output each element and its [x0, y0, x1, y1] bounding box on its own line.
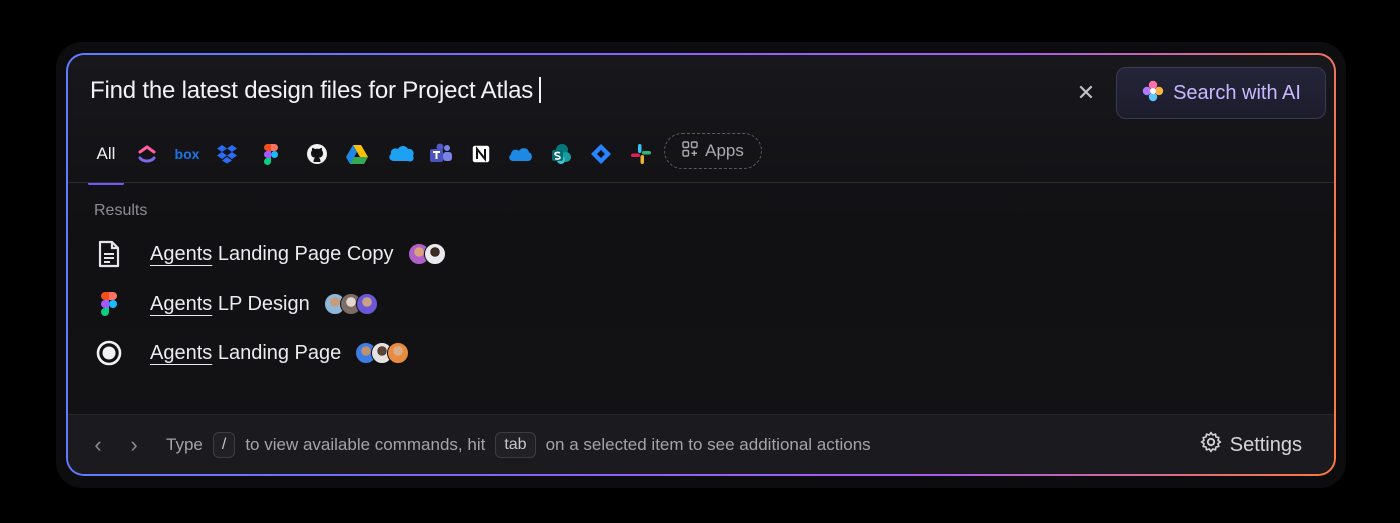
collaborator-avatars: [323, 293, 378, 315]
search-with-ai-button[interactable]: Search with AI: [1116, 67, 1326, 119]
jira-icon[interactable]: [588, 141, 614, 167]
result-title-rest: Landing Page: [212, 341, 342, 364]
result-title: Agents Landing Page: [150, 342, 341, 365]
search-query-text: Find the latest design files for Project…: [90, 77, 534, 104]
onedrive-icon[interactable]: [506, 141, 534, 167]
apps-filter-label: Apps: [705, 141, 744, 160]
result-item[interactable]: Agents LP Design: [94, 288, 694, 320]
sharepoint-icon[interactable]: [548, 141, 574, 167]
result-title-highlight: Agents: [150, 242, 213, 265]
search-launcher: Find the latest design files for Project…: [66, 53, 1336, 476]
search-input[interactable]: Find the latest design files for Project…: [90, 77, 542, 105]
command-footer: ‹ › Type / to view available commands, h…: [68, 414, 1334, 474]
chevron-right-icon[interactable]: ›: [124, 432, 144, 458]
figma-icon: [94, 289, 124, 319]
hint-end-text: on a selected item to see additional act…: [545, 434, 871, 454]
dropbox-icon[interactable]: [214, 141, 240, 167]
avatar: [387, 342, 410, 364]
hint-type-text: Type: [166, 434, 203, 454]
clickup-icon[interactable]: [134, 141, 160, 167]
record-icon: [94, 338, 124, 368]
hint-middle-text: to view available commands, hit: [245, 434, 486, 454]
result-title-highlight: Agents: [150, 341, 213, 364]
filters-divider: [68, 182, 1334, 183]
figma-icon[interactable]: [258, 141, 284, 167]
ai-sparkle-icon: [1141, 79, 1165, 108]
github-icon[interactable]: [304, 141, 330, 167]
clear-search-button[interactable]: ✕: [1072, 79, 1100, 107]
box-icon[interactable]: box: [172, 141, 202, 167]
results-heading: Results: [94, 202, 148, 219]
google-drive-icon[interactable]: [344, 141, 370, 167]
notion-icon[interactable]: [468, 141, 494, 167]
apps-filter-button[interactable]: Apps: [664, 133, 762, 169]
source-filters: All box Apps: [88, 129, 788, 185]
search-with-ai-label: Search with AI: [1173, 81, 1301, 104]
slack-icon[interactable]: [628, 141, 654, 167]
microsoft-teams-icon[interactable]: [428, 141, 454, 167]
collaborator-avatars: [355, 342, 410, 364]
tab-key-hint: tab: [495, 431, 536, 458]
result-title-highlight: Agents: [150, 292, 213, 315]
chevron-left-icon[interactable]: ‹: [88, 432, 108, 458]
salesforce-icon[interactable]: [386, 141, 416, 167]
avatar: [423, 243, 446, 265]
settings-button[interactable]: Settings: [1200, 415, 1302, 474]
settings-label: Settings: [1229, 433, 1302, 456]
slash-key-hint: /: [212, 431, 236, 458]
launcher-panel: Find the latest design files for Project…: [68, 55, 1334, 474]
result-title-rest: LP Design: [212, 292, 310, 315]
result-item[interactable]: Agents Landing Page Copy: [94, 238, 694, 270]
result-title-rest: Landing Page Copy: [212, 242, 394, 265]
avatar: [355, 293, 378, 315]
apps-grid-icon: [682, 140, 698, 162]
collaborator-avatars: [407, 243, 446, 265]
close-icon: ✕: [1076, 80, 1096, 105]
result-item[interactable]: Agents Landing Page: [94, 337, 694, 369]
filter-tab-all[interactable]: All: [88, 141, 124, 185]
result-title: Agents Landing Page Copy: [150, 243, 394, 266]
document-icon: [94, 239, 124, 269]
gear-icon: [1200, 431, 1222, 459]
text-caret: [539, 77, 542, 103]
result-title: Agents LP Design: [150, 293, 310, 316]
